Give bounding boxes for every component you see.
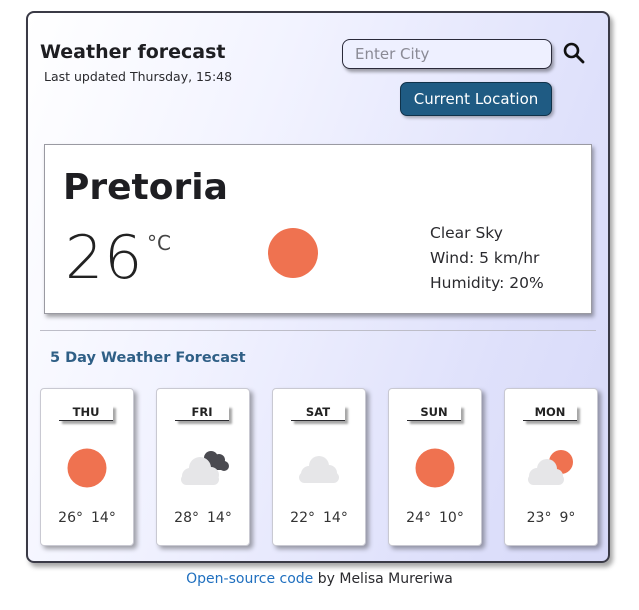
min-temp: 9° bbox=[559, 510, 576, 526]
forecast-temps: 24° 10° bbox=[389, 510, 481, 526]
last-updated-text: Last updated Thursday, 15:48 bbox=[44, 69, 233, 84]
forecast-day-label: MON bbox=[523, 405, 577, 421]
app-title: Weather forecast bbox=[40, 41, 226, 63]
max-temp: 24° bbox=[406, 510, 431, 526]
city-name: Pretoria bbox=[63, 167, 228, 208]
humidity-text: Humidity: 20% bbox=[430, 274, 544, 292]
forecast-day-label: SAT bbox=[291, 405, 345, 421]
forecast-card-mon: MON 23° 9° bbox=[504, 388, 598, 546]
current-location-button[interactable]: Current Location bbox=[400, 82, 552, 116]
sun-icon bbox=[415, 448, 455, 488]
forecast-card-fri: FRI 28° 14° bbox=[156, 388, 250, 546]
min-temp: 14° bbox=[323, 510, 348, 526]
forecast-temps: 22° 14° bbox=[273, 510, 365, 526]
forecast-title: 5 Day Weather Forecast bbox=[50, 350, 246, 366]
max-temp: 26° bbox=[58, 510, 83, 526]
author-credit: by Melisa Mureriwa bbox=[313, 571, 453, 587]
city-search-input[interactable] bbox=[342, 39, 552, 69]
max-temp: 23° bbox=[526, 510, 552, 526]
forecast-day-label: FRI bbox=[175, 405, 229, 421]
max-temp: 22° bbox=[290, 510, 315, 526]
forecast-temps: 23° 9° bbox=[505, 510, 597, 526]
min-temp: 10° bbox=[439, 510, 464, 526]
source-code-link[interactable]: Open-source code bbox=[186, 571, 313, 587]
cloud-icon bbox=[299, 456, 339, 483]
footer: Open-source code by Melisa Mureriwa bbox=[0, 571, 639, 587]
sun-behind-cloud-icon bbox=[528, 450, 573, 485]
min-temp: 14° bbox=[91, 510, 116, 526]
current-temperature: 26 bbox=[65, 223, 144, 293]
forecast-day-label: THU bbox=[59, 405, 113, 421]
weather-app-container: Weather forecast Last updated Thursday, … bbox=[26, 11, 610, 563]
section-divider bbox=[40, 330, 596, 331]
sun-icon bbox=[67, 448, 107, 488]
forecast-day-label: SUN bbox=[407, 405, 461, 421]
temperature-unit: °C bbox=[147, 231, 171, 255]
wind-text: Wind: 5 km/hr bbox=[430, 249, 540, 267]
forecast-card-sun: SUN 24° 10° bbox=[388, 388, 482, 546]
search-icon[interactable] bbox=[562, 41, 586, 65]
min-temp: 14° bbox=[207, 510, 232, 526]
sun-icon bbox=[268, 228, 318, 278]
weather-details: Clear Sky Wind: 5 km/hr Humidity: 20% bbox=[430, 221, 544, 296]
current-weather-panel: Pretoria 26 °C Clear Sky Wind: 5 km/hr H… bbox=[44, 144, 592, 314]
cloud-dark-cloud-icon bbox=[181, 451, 229, 485]
max-temp: 28° bbox=[174, 510, 199, 526]
forecast-temps: 26° 14° bbox=[41, 510, 133, 526]
condition-text: Clear Sky bbox=[430, 224, 503, 242]
forecast-card-thu: THU 26° 14° bbox=[40, 388, 134, 546]
forecast-card-sat: SAT 22° 14° bbox=[272, 388, 366, 546]
forecast-temps: 28° 14° bbox=[157, 510, 249, 526]
